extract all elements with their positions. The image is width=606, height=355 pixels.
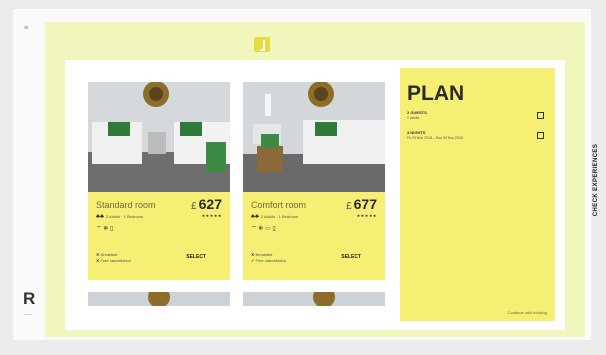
room-name: Comfort room xyxy=(251,200,307,210)
room-capacity: ♣♣ 2 Adults · 1 Bedroom xyxy=(96,214,144,220)
room-photo xyxy=(243,82,385,192)
edit-guests-icon[interactable] xyxy=(537,112,544,119)
rating-stars: ★★★★★ xyxy=(201,213,222,218)
people-icon: ♣♣ xyxy=(251,214,259,220)
room-policies: ✕ Breakfast ✕ Free cancellation xyxy=(96,252,131,263)
room-price: £627 xyxy=(191,196,222,212)
people-icon: ♣♣ xyxy=(96,214,104,220)
check-experiences-link[interactable]: CHECK EXPERIENCES xyxy=(593,125,599,235)
room-photo xyxy=(88,82,230,192)
amenity-icons: ⌔ ❄ ▭ ▯ xyxy=(251,226,276,232)
dates-value: Fri 23 Nov 2018 – Sun 25 Nov 2018 xyxy=(407,136,463,140)
guests-label: 2 GUESTS xyxy=(407,110,427,115)
room-card-comfort[interactable]: Comfort room £677 ★★★★★ ♣♣ 2 Adults · 1 B… xyxy=(243,82,385,280)
dates-label: 3 NIGHTS xyxy=(407,130,426,135)
room-name: Standard room xyxy=(96,200,156,210)
rating-stars: ★★★★★ xyxy=(356,213,377,218)
room-card-next[interactable] xyxy=(88,292,230,306)
select-room-button[interactable]: SELECT xyxy=(341,254,361,260)
room-capacity: ♣♣ 2 Adults · 1 Bedroom xyxy=(251,214,299,220)
room-policies: ✕ Breakfast ✓ Free cancellation xyxy=(251,252,286,263)
edit-dates-icon[interactable] xyxy=(537,132,544,139)
amenity-icons: ⌔ ❄ ▯ xyxy=(96,226,114,232)
room-card-standard[interactable]: Standard room £627 ★★★★★ ♣♣ 2 Adults · 1 … xyxy=(88,82,230,280)
plan-title: PLAN xyxy=(407,82,465,105)
room-price: £677 xyxy=(346,196,377,212)
side-nav[interactable]: CHECK EXPERIENCES xyxy=(589,122,599,242)
plan-summary: PLAN 2 GUESTS 2 adults 3 NIGHTS Fri 23 N… xyxy=(400,68,555,321)
room-card-next[interactable] xyxy=(243,292,385,306)
check-logo-icon xyxy=(254,37,270,52)
menu-icon[interactable]: ≡ xyxy=(24,25,32,32)
brand-logo: R xyxy=(23,289,36,308)
brand-subtitle: —— xyxy=(24,311,32,316)
guests-value: 2 adults xyxy=(407,116,420,120)
continue-link[interactable]: Continue with booking xyxy=(508,310,547,315)
select-room-button[interactable]: SELECT xyxy=(186,254,206,260)
